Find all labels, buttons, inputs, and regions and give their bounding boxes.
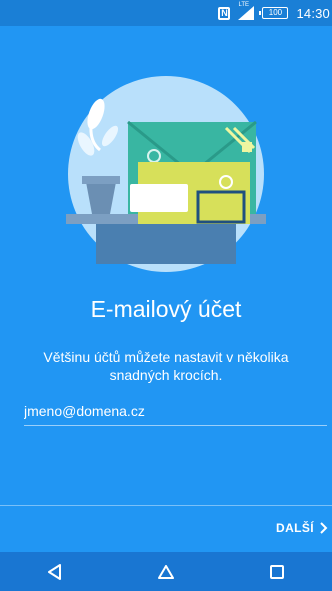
next-button[interactable]: DALŠÍ	[268, 514, 332, 542]
recents-button[interactable]	[257, 552, 297, 591]
back-icon	[48, 563, 62, 580]
screen-title: E-mailový účet	[90, 296, 242, 322]
bottom-divider	[0, 505, 332, 506]
battery-icon: 100	[259, 7, 289, 19]
status-bar: N LTE 100 14:30	[0, 0, 332, 26]
chevron-right-icon	[320, 522, 328, 534]
navigation-bar	[0, 552, 332, 591]
status-icons: N LTE 100 14:30	[218, 2, 330, 22]
signal-icon: LTE	[238, 2, 255, 20]
clock: 14:30	[296, 5, 330, 21]
email-setup-illustration	[66, 76, 266, 272]
screen-subtitle: Většinu účtů můžete nastavit v několika …	[43, 349, 289, 383]
back-button[interactable]	[35, 552, 75, 591]
recents-icon	[269, 564, 284, 579]
next-button-label: DALŠÍ	[276, 521, 314, 535]
home-button[interactable]	[146, 552, 186, 591]
email-input[interactable]	[24, 397, 327, 426]
home-icon	[157, 564, 174, 579]
nfc-icon: N	[218, 6, 231, 20]
battery-level: 100	[268, 8, 283, 17]
